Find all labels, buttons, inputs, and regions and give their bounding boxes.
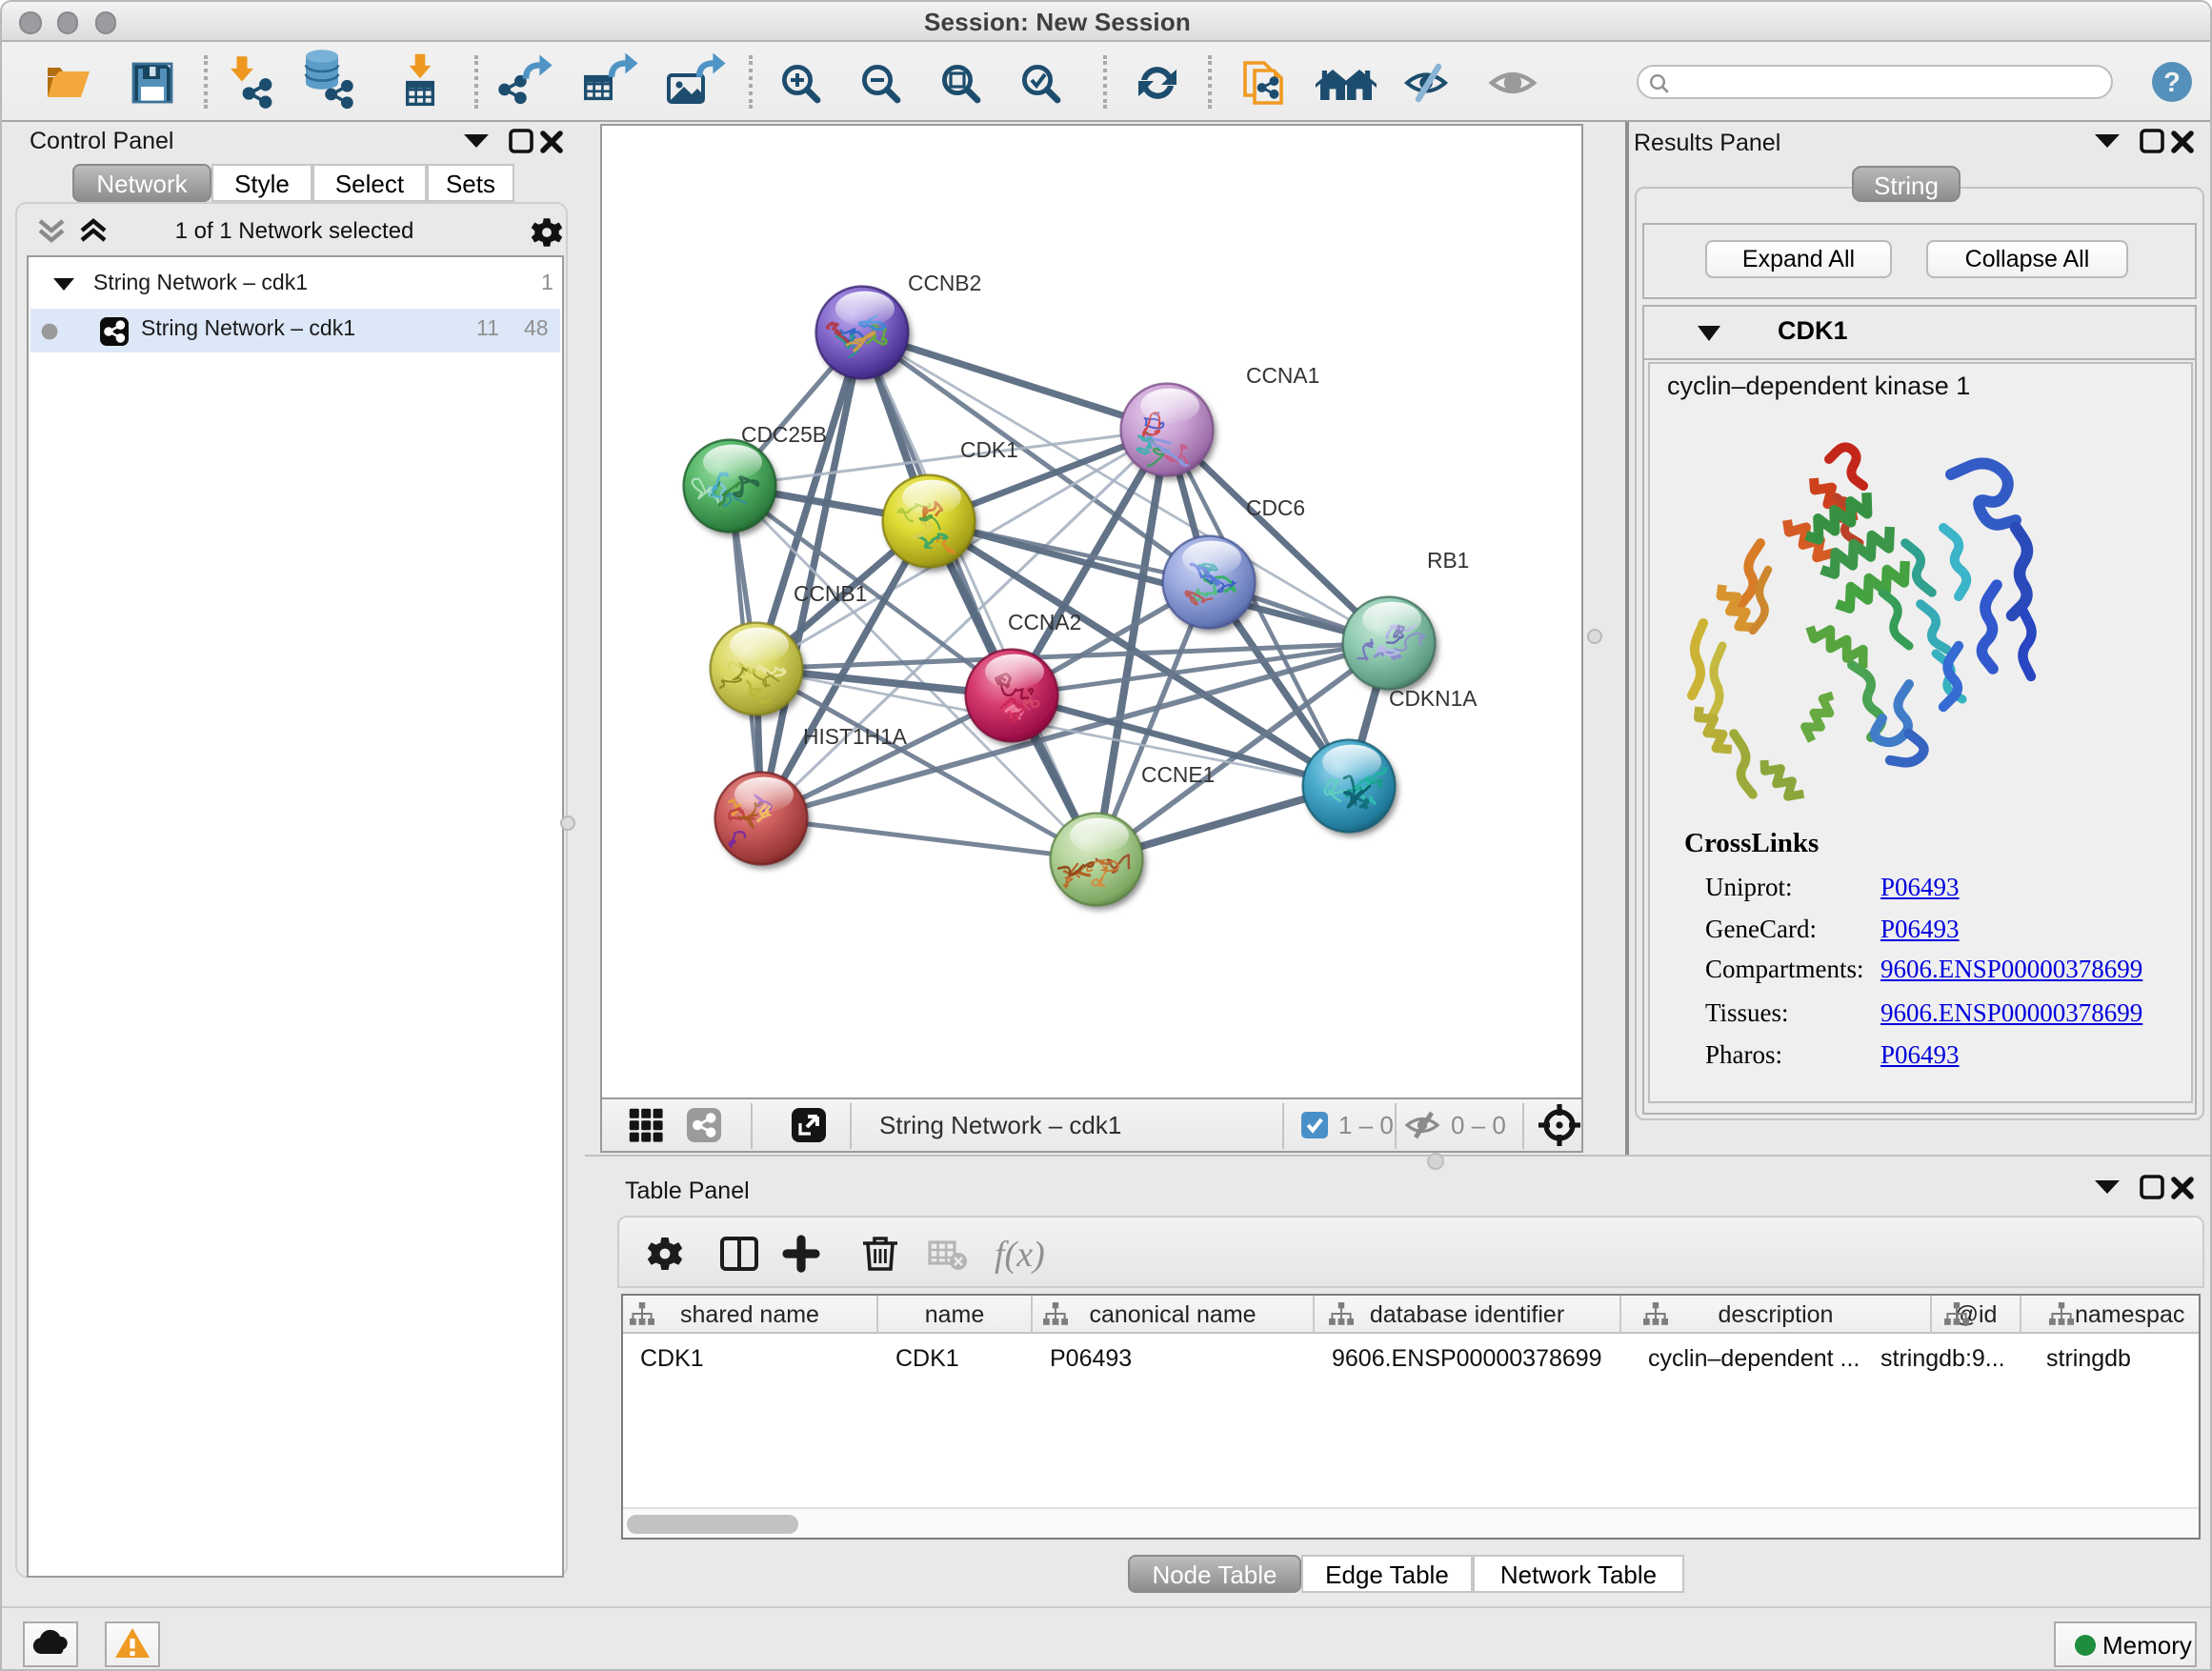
svg-text:RB1: RB1	[1426, 547, 1468, 572]
svg-text:CCNA2: CCNA2	[1007, 609, 1080, 634]
svg-text:CDKN1A: CDKN1A	[1388, 685, 1477, 710]
svg-text:CCNB2: CCNB2	[907, 270, 980, 294]
svg-text:CDK1: CDK1	[959, 436, 1017, 461]
svg-text:CCNA1: CCNA1	[1245, 362, 1318, 387]
svg-text:CDC25B: CDC25B	[740, 421, 826, 446]
svg-text:CCNE1: CCNE1	[1140, 761, 1214, 786]
svg-text:HIST1H1A: HIST1H1A	[802, 723, 907, 748]
svg-text:CDC6: CDC6	[1245, 494, 1304, 519]
svg-text:?: ?	[2163, 68, 2181, 98]
svg-text:CCNB1: CCNB1	[793, 580, 866, 605]
svg-text:f(x): f(x)	[994, 1235, 1044, 1275]
